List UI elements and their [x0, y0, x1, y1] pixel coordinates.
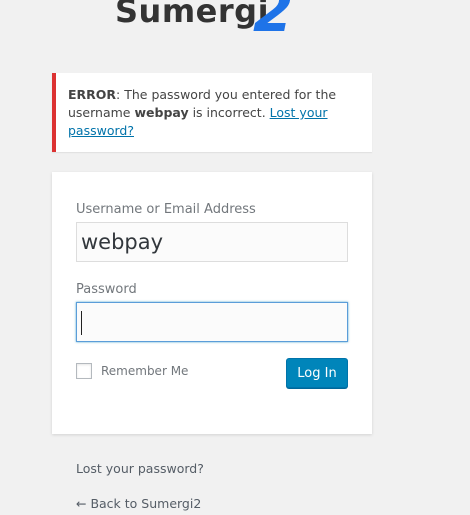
login-form: Username or Email Address Password Remem…	[52, 172, 372, 434]
logo-accent: 2	[253, 0, 294, 45]
password-label: Password	[76, 282, 137, 297]
lost-password-link[interactable]: Lost your password?	[76, 461, 204, 476]
username-label: Username or Email Address	[76, 202, 256, 217]
text-cursor	[81, 311, 82, 335]
error-prefix: ERROR	[68, 87, 117, 102]
back-to-site-link[interactable]: ← Back to Sumergi2	[76, 496, 201, 511]
login-error-notice: ERROR: The password you entered for the …	[52, 73, 372, 152]
error-message-part2: is incorrect.	[188, 105, 270, 120]
username-input[interactable]	[76, 222, 348, 262]
password-input[interactable]	[76, 302, 348, 342]
error-username: webpay	[134, 105, 189, 120]
login-button[interactable]: Log In	[286, 358, 348, 388]
remember-me-checkbox[interactable]	[76, 363, 92, 379]
logo-text: Sumergi	[115, 0, 270, 30]
remember-me-label[interactable]: Remember Me	[101, 364, 188, 378]
remember-me-row: Remember Me	[76, 363, 188, 379]
site-logo[interactable]: Sumergi 2	[115, 0, 315, 48]
